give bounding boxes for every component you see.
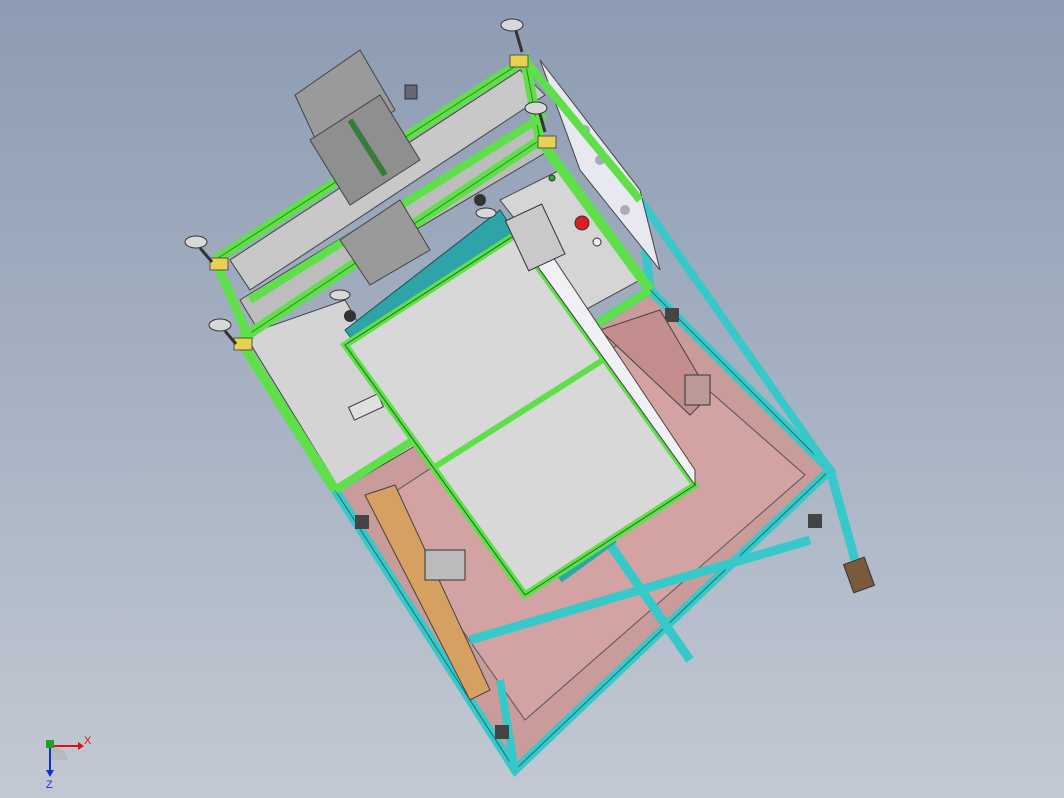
leveling-foot-icon — [208, 318, 238, 345]
leveling-foot-icon — [500, 18, 524, 53]
coordinate-triad-icon: X Z — [46, 735, 92, 790]
leveling-foot-icon — [475, 207, 497, 219]
x-axis-label: X — [84, 735, 92, 747]
z-axis-label: Z — [46, 779, 53, 790]
stop-button-icon[interactable] — [574, 215, 590, 231]
leveling-foot-icon — [329, 289, 351, 301]
leveling-foot-icon — [184, 235, 214, 263]
machine-model[interactable] — [0, 0, 1064, 798]
cad-viewport[interactable]: X Z — [0, 0, 1064, 798]
